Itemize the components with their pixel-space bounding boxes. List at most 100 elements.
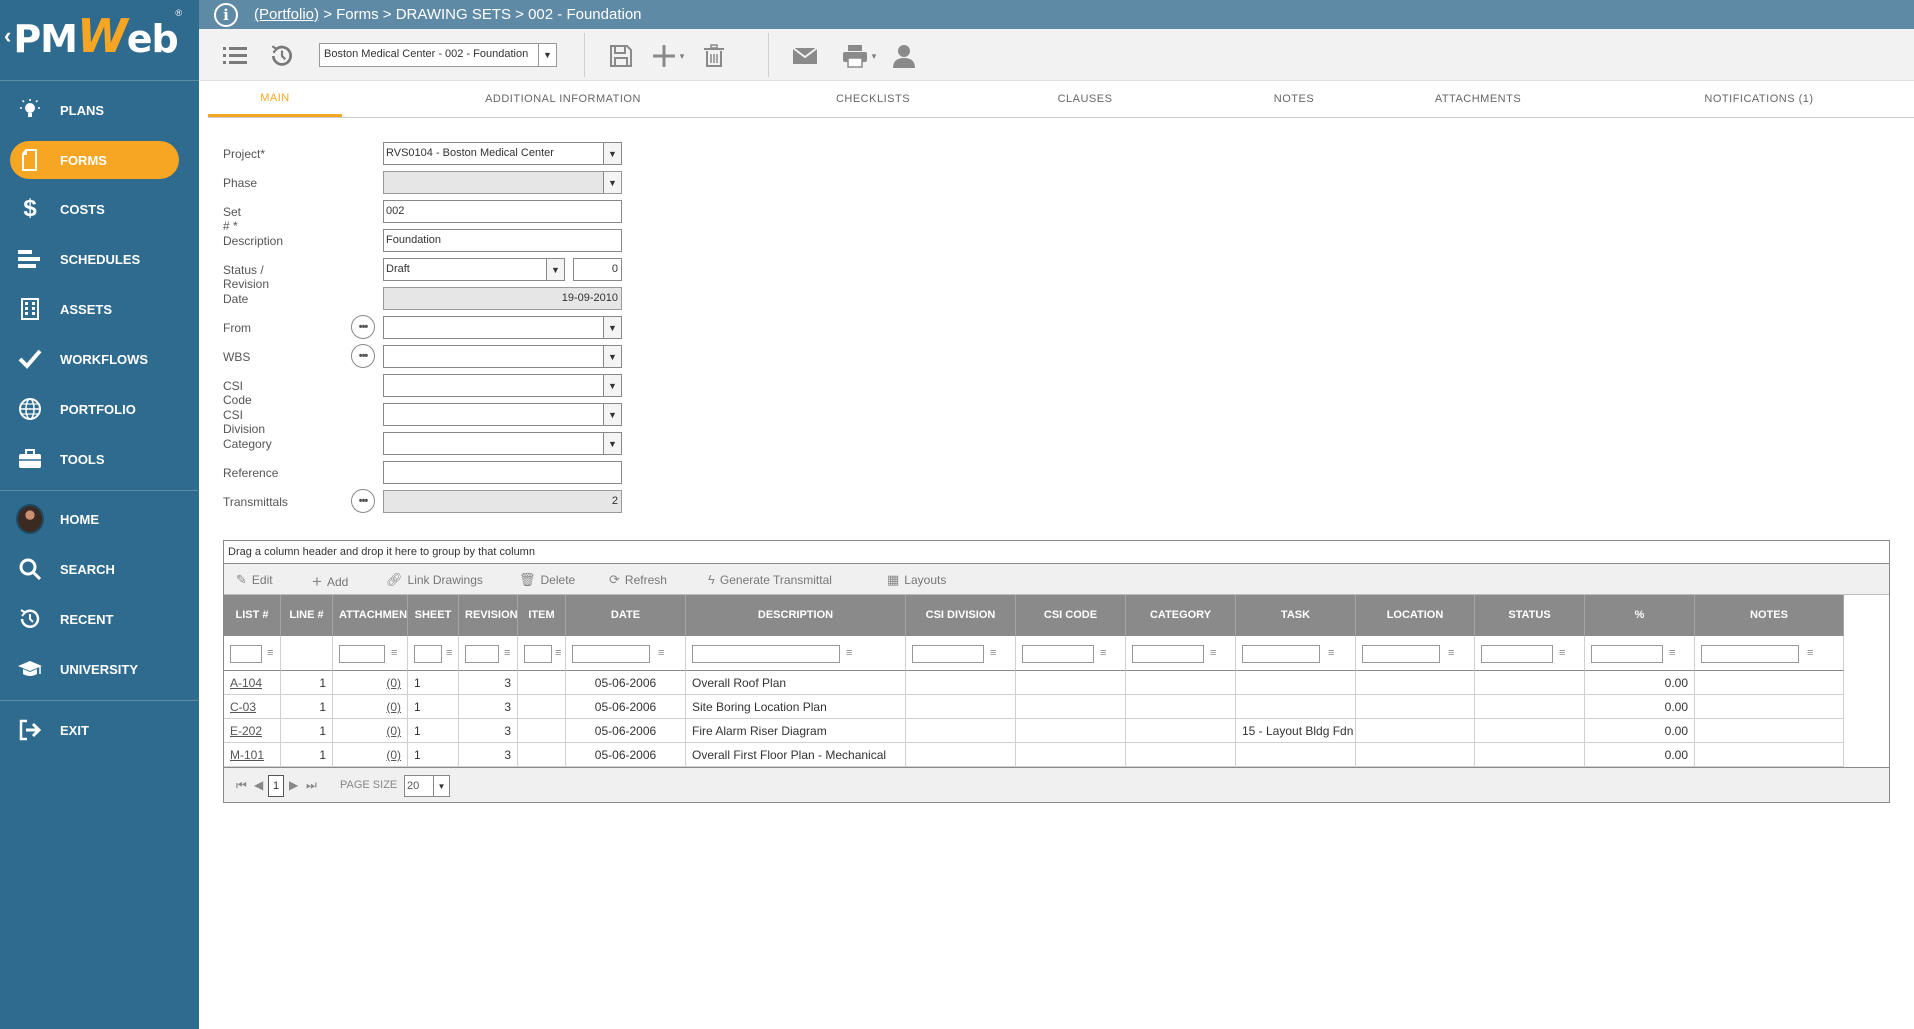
sidebar-item-university[interactable]: UNIVERSITY — [10, 650, 179, 688]
filter-icon[interactable]: ≡ — [1448, 647, 1454, 659]
filter-icon[interactable]: ≡ — [846, 647, 852, 659]
breadcrumb-portfolio-link[interactable]: (Portfolio) — [254, 6, 319, 23]
column-header-category[interactable]: CATEGORY — [1126, 595, 1236, 636]
table-cell-att[interactable]: (0) — [333, 695, 408, 719]
reference-field[interactable] — [383, 461, 622, 484]
phase-select[interactable]: ▼ — [383, 171, 622, 194]
table-cell-date[interactable]: 05-06-2006 — [566, 719, 686, 743]
filter-icon[interactable]: ≡ — [990, 647, 996, 659]
drawing-link[interactable]: C-03 — [230, 700, 256, 714]
filter-icon[interactable]: ≡ — [1807, 647, 1813, 659]
table-cell-list[interactable]: C-03 — [224, 695, 281, 719]
table-cell-line[interactable]: 1 — [281, 743, 333, 767]
table-cell-item[interactable] — [518, 671, 566, 695]
from-lookup-button[interactable]: ••• — [351, 315, 375, 339]
sidebar-item-tools[interactable]: TOOLS — [10, 440, 179, 478]
attachments-link[interactable]: (0) — [386, 700, 401, 714]
collapse-chevron-icon[interactable]: ‹ — [4, 23, 11, 49]
table-cell-desc[interactable]: Fire Alarm Riser Diagram — [686, 719, 906, 743]
table-cell-notes[interactable] — [1695, 719, 1844, 743]
filter-icon[interactable]: ≡ — [555, 647, 561, 659]
table-cell-csidiv[interactable] — [906, 743, 1016, 767]
table-cell-rev[interactable]: 3 — [459, 743, 518, 767]
filter-input[interactable] — [524, 645, 552, 663]
revision-field[interactable]: 0 — [573, 258, 622, 281]
filter-icon[interactable]: ≡ — [267, 647, 273, 659]
filter-input[interactable] — [1362, 645, 1440, 663]
filter-input[interactable] — [230, 645, 262, 663]
table-cell-pct[interactable]: 0.00 — [1585, 695, 1695, 719]
filter-icon[interactable]: ≡ — [658, 647, 664, 659]
filter-input[interactable] — [1591, 645, 1663, 663]
filter-icon[interactable]: ≡ — [1210, 647, 1216, 659]
filter-icon[interactable]: ≡ — [1669, 647, 1675, 659]
prev-page-icon[interactable]: ◀ — [254, 778, 263, 792]
sidebar-item-home[interactable]: HOME — [10, 500, 179, 538]
table-cell-att[interactable]: (0) — [333, 743, 408, 767]
table-cell-status[interactable] — [1475, 719, 1585, 743]
status-select[interactable]: Draft ▼ — [383, 258, 565, 281]
first-page-icon[interactable]: ⏮ — [236, 778, 247, 793]
sidebar-item-portfolio[interactable]: PORTFOLIO — [10, 390, 179, 428]
attachments-link[interactable]: (0) — [386, 676, 401, 690]
table-cell-item[interactable] — [518, 719, 566, 743]
filter-icon[interactable]: ≡ — [1559, 647, 1565, 659]
category-select[interactable]: ▼ — [383, 432, 622, 455]
column-header-percent[interactable]: % — [1585, 595, 1695, 636]
attachments-link[interactable]: (0) — [386, 724, 401, 738]
wbs-select[interactable]: ▼ — [383, 345, 622, 368]
sidebar-item-schedules[interactable]: SCHEDULES — [10, 240, 179, 278]
filter-icon[interactable]: ≡ — [391, 647, 397, 659]
table-cell-loc[interactable] — [1356, 743, 1475, 767]
table-cell-status[interactable] — [1475, 743, 1585, 767]
table-cell-line[interactable]: 1 — [281, 719, 333, 743]
user-icon[interactable] — [889, 41, 919, 71]
sidebar-item-exit[interactable]: EXIT — [10, 711, 179, 749]
table-cell-task[interactable] — [1236, 671, 1356, 695]
column-header-notes[interactable]: NOTES — [1695, 595, 1844, 636]
table-cell-notes[interactable] — [1695, 743, 1844, 767]
edit-button[interactable]: ✎ Edit — [236, 572, 273, 588]
tab-additional-information[interactable]: ADDITIONAL INFORMATION — [458, 81, 668, 117]
table-cell-att[interactable]: (0) — [333, 719, 408, 743]
tab-main[interactable]: MAIN — [208, 81, 342, 117]
layouts-button[interactable]: ▦ Layouts — [887, 572, 946, 588]
table-cell-date[interactable]: 05-06-2006 — [566, 671, 686, 695]
table-cell-sheet[interactable]: 1 — [408, 695, 459, 719]
link-drawings-button[interactable]: 🔗︎ Link Drawings — [386, 572, 483, 588]
table-cell-desc[interactable]: Overall First Floor Plan - Mechanical — [686, 743, 906, 767]
filter-input[interactable] — [1022, 645, 1094, 663]
sidebar-item-costs[interactable]: $ COSTS — [10, 190, 179, 228]
column-header-revision[interactable]: REVISION — [459, 595, 518, 636]
filter-input[interactable] — [339, 645, 385, 663]
filter-icon[interactable]: ≡ — [1328, 647, 1334, 659]
sidebar-item-search[interactable]: SEARCH — [10, 550, 179, 588]
table-cell-sheet[interactable]: 1 — [408, 743, 459, 767]
filter-input[interactable] — [1132, 645, 1204, 663]
filter-input[interactable] — [912, 645, 984, 663]
generate-transmittal-button[interactable]: ϟ Generate Transmittal — [708, 572, 832, 587]
transmittals-lookup-button[interactable]: ••• — [351, 489, 375, 513]
list-view-icon[interactable] — [221, 41, 251, 71]
last-page-icon[interactable]: ⏭ — [306, 778, 317, 793]
table-cell-csicode[interactable] — [1016, 719, 1126, 743]
tab-notifications[interactable]: NOTIFICATIONS (1) — [1679, 81, 1839, 117]
history-icon[interactable] — [267, 41, 297, 71]
table-cell-status[interactable] — [1475, 695, 1585, 719]
table-cell-csicode[interactable] — [1016, 671, 1126, 695]
filter-input[interactable] — [1481, 645, 1553, 663]
trash-icon[interactable] — [699, 41, 729, 71]
description-field[interactable]: Foundation — [383, 229, 622, 252]
table-cell-task[interactable] — [1236, 695, 1356, 719]
table-cell-csidiv[interactable] — [906, 695, 1016, 719]
column-header-csi-code[interactable]: CSI CODE — [1016, 595, 1126, 636]
email-icon[interactable] — [790, 41, 820, 71]
table-cell-notes[interactable] — [1695, 695, 1844, 719]
table-cell-pct[interactable]: 0.00 — [1585, 719, 1695, 743]
save-icon[interactable] — [606, 41, 636, 71]
table-cell-cat[interactable] — [1126, 695, 1236, 719]
sidebar-item-forms[interactable]: FORMS — [10, 141, 179, 179]
drawing-link[interactable]: M-101 — [230, 748, 264, 762]
table-cell-notes[interactable] — [1695, 671, 1844, 695]
column-header-csi-division[interactable]: CSI DIVISION — [906, 595, 1016, 636]
